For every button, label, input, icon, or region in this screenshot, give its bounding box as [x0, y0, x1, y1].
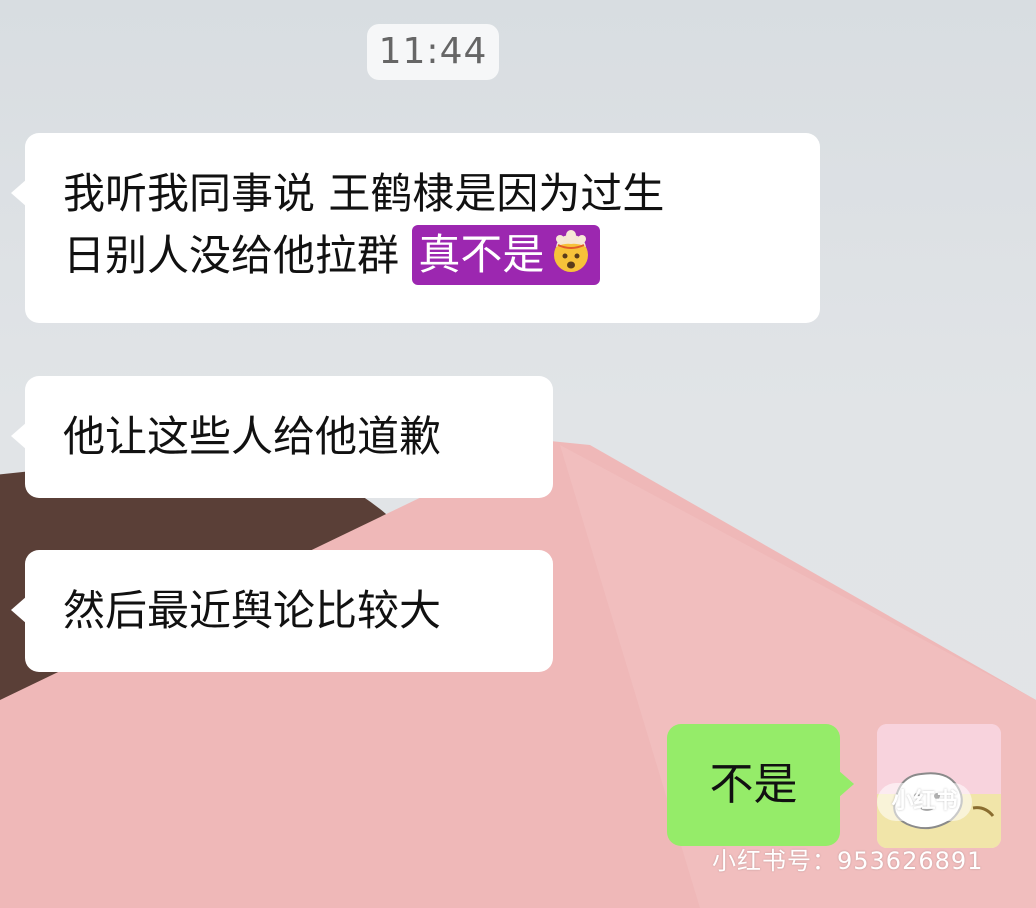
exploding-head-icon: [554, 230, 589, 272]
watermark-logo: 小红书: [877, 783, 972, 821]
highlighted-text: 真不是: [412, 225, 601, 285]
outgoing-message-1[interactable]: 不是: [667, 724, 854, 846]
incoming-message-3[interactable]: 然后最近舆论比较大: [11, 550, 553, 672]
message-line-1: 我听我同事说 王鹤棣是因为过生: [63, 169, 665, 218]
message-line-2-text: 日别人没给他拉群: [63, 231, 400, 280]
highlighted-text-label: 真不是: [418, 230, 545, 279]
incoming-message-2[interactable]: 他让这些人给他道歉: [11, 376, 553, 498]
timestamp: 11:44: [367, 24, 499, 80]
incoming-message-1[interactable]: 我听我同事说 王鹤棣是因为过生 日别人没给他拉群 真不是: [11, 133, 820, 323]
message-text: 然后最近舆论比较大: [63, 586, 442, 635]
watermark-id: 小红书号：953626891: [712, 847, 984, 875]
message-text: 他让这些人给他道歉: [63, 412, 442, 461]
message-line-2: 日别人没给他拉群 真不是: [63, 225, 782, 287]
message-text: 不是: [709, 759, 798, 810]
